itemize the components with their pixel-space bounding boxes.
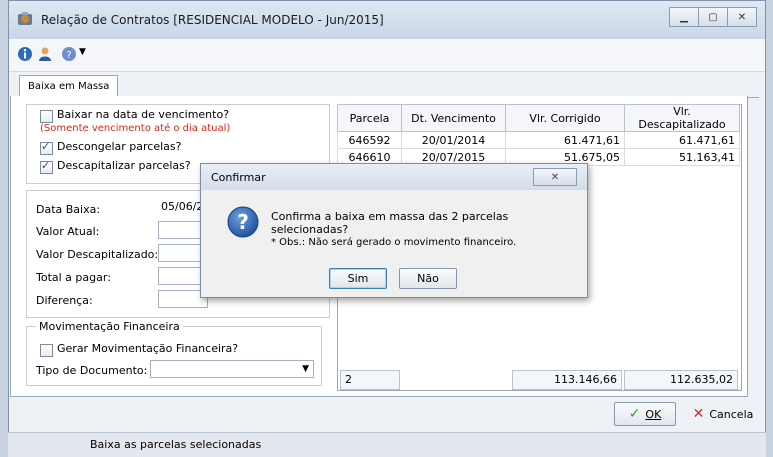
dialog-title-bar[interactable]: Confirmar ✕ xyxy=(201,164,587,190)
footer-total-corrigido: 113.146,66 xyxy=(512,370,622,390)
tab-strip: Baixa em Massa xyxy=(15,75,759,98)
cell-descap: 61.471,61 xyxy=(624,131,740,149)
chevron-down-icon: ▼ xyxy=(302,364,309,374)
gerar-movimentacao-checkbox[interactable] xyxy=(40,344,53,357)
svg-text:?: ? xyxy=(66,50,71,61)
dialog-message: Confirma a baixa em massa das 2 parcelas… xyxy=(271,210,509,236)
col-vlr-corrigido[interactable]: Vlr. Corrigido xyxy=(505,104,625,132)
info-icon[interactable] xyxy=(17,46,33,62)
gerar-movimentacao-label: Gerar Movimentação Financeira? xyxy=(57,342,239,355)
toolbar: ? ▼ xyxy=(9,39,765,72)
help-dropdown-icon[interactable]: ▼ xyxy=(79,47,86,57)
parcelas-table: Parcela Dt. Vencimento Vlr. Corrigido Vl… xyxy=(337,104,740,166)
footer-total-descap: 112.635,02 xyxy=(624,370,738,390)
baixar-vencimento-label: Baixar na data de vencimento? xyxy=(57,108,230,121)
cancel-x-icon: ✕ xyxy=(692,406,705,422)
maximize-icon: ▢ xyxy=(708,11,718,23)
vencimento-note: (Somente vencimento até o dia atual) xyxy=(40,123,231,134)
no-button[interactable]: Não xyxy=(399,268,457,289)
svg-text:?: ? xyxy=(237,210,249,234)
tipo-documento-select[interactable]: ▼ xyxy=(150,360,314,378)
confirm-dialog: Confirmar ✕ ? Confirma a baixa em massa … xyxy=(200,163,588,298)
descongelar-label: Descongelar parcelas? xyxy=(57,140,182,153)
close-button[interactable]: ✕ xyxy=(727,7,757,27)
question-icon: ? xyxy=(227,206,259,238)
data-baixa-label: Data Baixa: xyxy=(36,203,101,216)
app-icon xyxy=(18,12,32,25)
dialog-note: * Obs.: Não será gerado o movimento fina… xyxy=(271,237,517,248)
yes-button[interactable]: Sim xyxy=(329,268,387,289)
status-text: Baixa as parcelas selecionadas xyxy=(90,438,262,451)
check-icon: ✓ xyxy=(628,406,641,422)
baixar-vencimento-checkbox[interactable] xyxy=(40,110,53,123)
status-bar: Baixa as parcelas selecionadas xyxy=(8,432,766,457)
maximize-button[interactable]: ▢ xyxy=(698,7,728,27)
window-controls: ▁ ▢ ✕ xyxy=(669,7,757,27)
close-icon: ✕ xyxy=(737,11,747,23)
col-dt-vencimento[interactable]: Dt. Vencimento xyxy=(401,104,506,132)
dialog-title: Confirmar xyxy=(211,171,266,184)
col-vlr-descapitalizado[interactable]: Vlr. Descapitalizado xyxy=(624,104,740,132)
cancel-button[interactable]: ✕ Cancela xyxy=(684,402,762,426)
table-header-row: Parcela Dt. Vencimento Vlr. Corrigido Vl… xyxy=(337,104,740,132)
minimize-icon: ▁ xyxy=(680,11,688,23)
footer-count: 2 xyxy=(340,370,400,390)
dialog-close-button[interactable]: ✕ xyxy=(533,168,577,186)
descapitalizar-checkbox[interactable] xyxy=(40,159,53,174)
window-title: Relação de Contratos [RESIDENCIAL MODELO… xyxy=(41,13,384,27)
user-icon[interactable] xyxy=(37,46,53,62)
cell-descap: 51.163,41 xyxy=(624,148,740,166)
movimentacao-title: Movimentação Financeira xyxy=(36,320,183,333)
col-parcela[interactable]: Parcela xyxy=(337,104,402,132)
cell-corrigido: 61.471,61 xyxy=(505,131,625,149)
tipo-documento-label: Tipo de Documento: xyxy=(36,364,148,377)
descongelar-checkbox[interactable] xyxy=(40,140,53,155)
minimize-button[interactable]: ▁ xyxy=(669,7,699,27)
diferenca-label: Diferença: xyxy=(36,294,93,307)
valor-atual-label: Valor Atual: xyxy=(36,225,100,238)
ok-button[interactable]: ✓ OK xyxy=(614,402,676,426)
help-icon[interactable]: ? xyxy=(61,46,77,62)
valor-descap-label: Valor Descapitalizado: xyxy=(36,248,159,261)
table-row[interactable]: 646592 20/01/2014 61.471,61 61.471,61 xyxy=(337,131,740,149)
total-pagar-label: Total a pagar: xyxy=(36,271,111,284)
tab-baixa-em-massa[interactable]: Baixa em Massa xyxy=(19,75,119,98)
close-icon: ✕ xyxy=(550,171,560,183)
cell-parcela: 646592 xyxy=(337,131,402,149)
descapitalizar-label: Descapitalizar parcelas? xyxy=(57,159,191,172)
title-bar[interactable]: Relação de Contratos [RESIDENCIAL MODELO… xyxy=(9,1,765,39)
cell-vencimento: 20/01/2014 xyxy=(401,131,506,149)
